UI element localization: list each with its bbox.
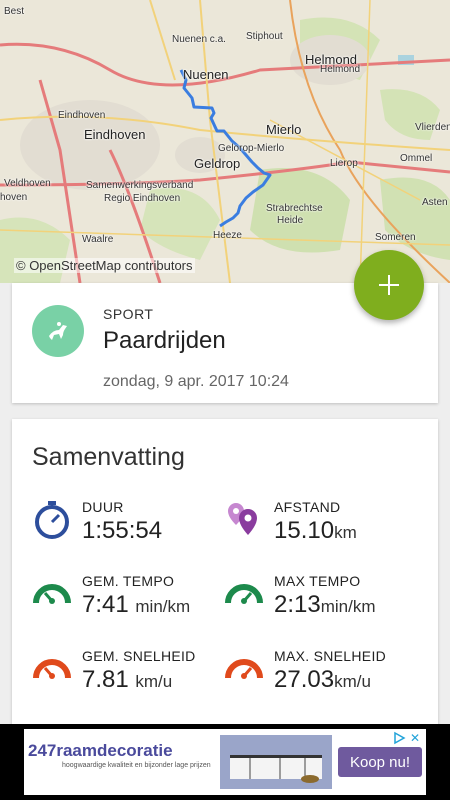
stat-value: 27.03km/u xyxy=(274,666,371,693)
map-label: Nuenen xyxy=(183,67,229,82)
stat-value: 7.81 km/u xyxy=(82,666,173,693)
ad-image xyxy=(220,735,332,789)
stopwatch-icon xyxy=(35,501,69,539)
summary-title: Samenvatting xyxy=(32,443,185,471)
ad-brand: 247raamdecoratie xyxy=(28,741,173,760)
ad-tagline: hoogwaardige kwaliteit en bijzonder lage… xyxy=(62,762,211,769)
map-attribution[interactable]: © OpenStreetMap contributors xyxy=(14,258,195,273)
stat-label: GEM. TEMPO xyxy=(82,573,175,589)
map-label: Best xyxy=(4,6,25,17)
speedometer-icon xyxy=(33,584,71,604)
stat-value: 15.10km xyxy=(274,517,357,544)
stat-label: MAX. SNELHEID xyxy=(274,648,387,664)
map-label: Samenwerkingsverband xyxy=(86,180,194,191)
stat-avg-speed: GEM. SNELHEID 7.81 km/u xyxy=(32,648,232,708)
stat-label: AFSTAND xyxy=(274,499,341,515)
add-button[interactable] xyxy=(354,250,424,320)
map-label: Helmond xyxy=(320,64,361,75)
sport-label: SPORT xyxy=(103,306,154,322)
activity-date: zondag, 9 apr. 2017 10:24 xyxy=(103,373,289,390)
plus-icon xyxy=(379,275,399,295)
close-icon[interactable]: ✕ xyxy=(408,731,422,745)
summary-card: Samenvatting DUUR 1:55:54 AFSTAND 15.10k… xyxy=(12,419,438,739)
map-label: Nuenen c.a. xyxy=(172,34,226,45)
stat-value: 2:13min/km xyxy=(274,591,376,618)
stat-value: 7:41 min/km xyxy=(82,591,191,618)
map-label: Strabrechtse xyxy=(266,203,323,214)
speedometer-icon xyxy=(225,659,263,679)
stat-max-speed: MAX. SNELHEID 27.03km/u xyxy=(224,648,424,708)
stat-max-pace: MAX TEMPO 2:13min/km xyxy=(224,573,424,633)
route-map[interactable]: Best Nuenen c.a. Nuenen Stiphout Helmond… xyxy=(0,0,450,283)
map-label: Lierop xyxy=(330,158,358,169)
map-label: Heeze xyxy=(213,230,242,241)
buy-now-button[interactable]: Koop nu! xyxy=(338,747,422,777)
horse-riding-icon xyxy=(32,305,84,357)
stat-value: 1:55:54 xyxy=(82,517,163,544)
map-label: Someren xyxy=(375,232,416,243)
speedometer-icon xyxy=(225,584,263,604)
map-label: Stiphout xyxy=(246,31,283,42)
stat-duration: DUUR 1:55:54 xyxy=(32,499,232,559)
map-label: Mierlo xyxy=(266,122,302,137)
map-label: Regio Eindhoven xyxy=(104,193,181,204)
map-label: Eindhoven xyxy=(58,110,106,121)
stat-label: GEM. SNELHEID xyxy=(82,648,196,664)
ad-choices-icon[interactable] xyxy=(392,731,406,745)
map-label: Vlierden xyxy=(415,122,450,133)
ad-content[interactable]: 247raamdecoratie hoogwaardige kwaliteit … xyxy=(24,729,426,795)
map-label: hoven xyxy=(0,192,28,203)
location-pins-icon xyxy=(228,503,257,535)
ad-banner[interactable]: 247raamdecoratie hoogwaardige kwaliteit … xyxy=(0,724,450,800)
map-label: Waalre xyxy=(82,234,114,245)
map-label: Veldhoven xyxy=(4,178,51,189)
map-label: Ommel xyxy=(400,153,433,164)
map-label: Eindhoven xyxy=(84,127,146,142)
stat-label: DUUR xyxy=(82,499,124,515)
stat-label: MAX TEMPO xyxy=(274,573,361,589)
stat-distance: AFSTAND 15.10km xyxy=(224,499,424,559)
speedometer-icon xyxy=(33,659,71,679)
map-label: Gelorop-Mierlo xyxy=(218,143,285,154)
sport-name: Paardrijden xyxy=(103,327,226,354)
map-label: Heide xyxy=(277,215,304,226)
stat-avg-pace: GEM. TEMPO 7:41 min/km xyxy=(32,573,232,633)
map-label: Asten xyxy=(422,197,448,208)
map-label: Geldrop xyxy=(194,156,241,171)
